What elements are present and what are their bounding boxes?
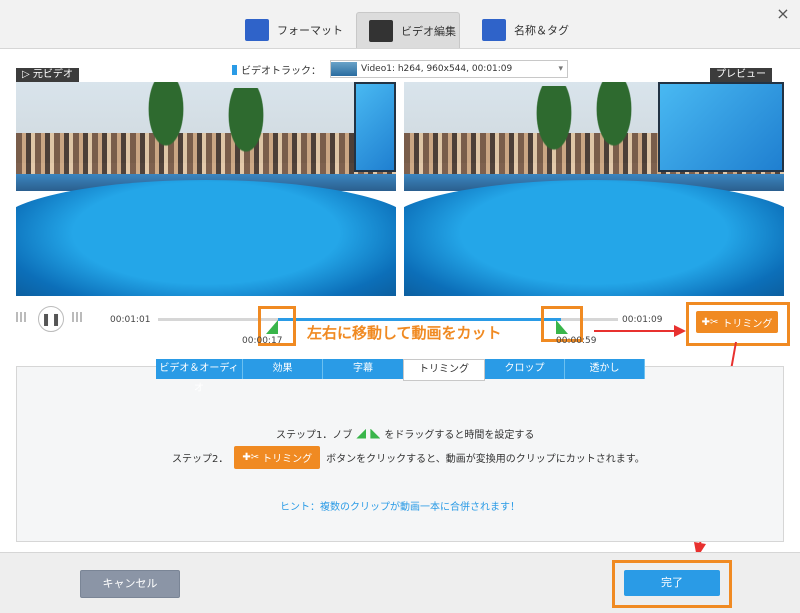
edit-tag-icon	[482, 19, 506, 41]
preview-video[interactable]	[404, 82, 784, 296]
film-scissors-icon	[369, 19, 393, 42]
timeline-selection	[278, 318, 561, 321]
preview-label-text: プレビュー	[716, 69, 766, 80]
chevron-down-icon: ▾	[558, 64, 563, 74]
video-track-label: ビデオトラック：	[241, 66, 321, 77]
tab-video-edit[interactable]: ビデオ編集	[356, 12, 460, 48]
original-video-label: ▷ 元ビデオ	[16, 68, 79, 82]
step2-post: ボタンをクリックすると、動画が変換用のクリップにカットされます。	[326, 454, 645, 465]
subtab-video-audio[interactable]: ビデオ＆オーディオ	[156, 359, 243, 394]
track-icon	[232, 64, 237, 75]
pause-button[interactable]: ❚❚	[38, 306, 64, 332]
grip-icon	[16, 312, 26, 322]
knob-left-icon	[356, 428, 367, 439]
start-marker-time: 00:00:17	[242, 336, 283, 346]
subtab-watermark[interactable]: 透かし	[565, 359, 645, 379]
original-video-label-text: 元ビデオ	[32, 69, 73, 80]
tab-name-tag-label: 名称＆タグ	[514, 24, 569, 37]
preview-label: プレビュー	[710, 68, 772, 82]
step2-pre: ステップ2．	[172, 454, 229, 465]
cancel-button[interactable]: キャンセル	[80, 570, 180, 598]
hint-text: ヒント：複数のクリップが動画一本に合併されます！	[280, 502, 520, 513]
done-button[interactable]: 完了	[624, 570, 720, 596]
format-icon	[245, 19, 269, 41]
step1-row: ステップ1．ノブ をドラッグすると時間を設定する	[276, 426, 534, 441]
close-icon[interactable]: ×	[772, 4, 794, 24]
grip-icon-2	[72, 312, 82, 322]
step2-trim-button-sample: ✚✂ トリミング	[234, 446, 321, 469]
knob-right-icon	[370, 428, 381, 439]
annotation-instruction: 左右に移動して動画をカット	[307, 324, 502, 342]
subtab-crop[interactable]: クロップ	[485, 359, 565, 379]
video-track-select[interactable]: Video1: h264, 960x544, 00:01:09 ▾	[330, 60, 568, 78]
subtab-subtitles[interactable]: 字幕	[323, 359, 404, 379]
scissors-icon: ✚✂	[701, 316, 719, 328]
original-video[interactable]	[16, 82, 396, 296]
step1-pre: ステップ1．ノブ	[276, 430, 353, 441]
step2-row: ステップ2． ✚✂ トリミング ボタンをクリックすると、動画が変換用のクリップに…	[172, 446, 645, 469]
scissors-icon-small: ✚✂	[242, 452, 260, 463]
step1-post: をドラッグすると時間を設定する	[384, 430, 535, 441]
play-small-icon: ▷	[22, 69, 33, 80]
video-track-row: ビデオトラック：	[232, 62, 321, 77]
tab-format[interactable]: フォーマット	[245, 12, 343, 48]
red-arrow-right-icon	[594, 325, 686, 337]
tab-video-edit-label: ビデオ編集	[401, 24, 456, 38]
video-track-value: Video1: h264, 960x544, 00:01:09	[361, 64, 513, 74]
track-thumbnail	[331, 62, 357, 76]
trim-button[interactable]: ✚✂ トリミング	[696, 311, 778, 333]
subtab-trimming[interactable]: トリミング	[403, 359, 485, 381]
tab-format-label: フォーマット	[277, 24, 343, 37]
current-time: 00:01:01	[110, 315, 151, 325]
trim-button-label: トリミング	[722, 318, 773, 330]
step2-button-label: トリミング	[262, 454, 313, 465]
subtab-effects[interactable]: 効果	[243, 359, 323, 379]
tab-name-tag[interactable]: 名称＆タグ	[482, 12, 569, 48]
